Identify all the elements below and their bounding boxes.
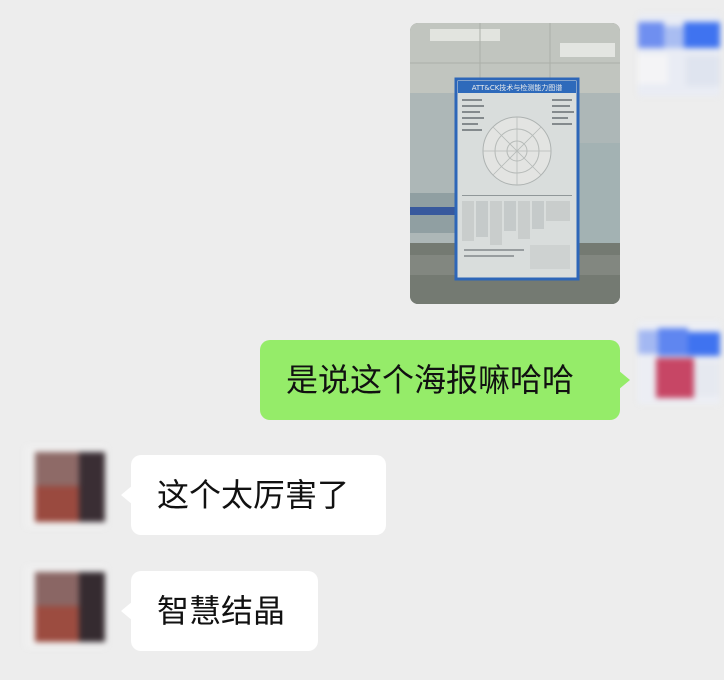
- image-message[interactable]: ATT&CK技术与检测能力图谱: [410, 23, 620, 304]
- avatar-image: [638, 14, 720, 96]
- avatar-image: [638, 322, 720, 404]
- contact-avatar[interactable]: [25, 566, 107, 648]
- my-avatar[interactable]: [638, 14, 720, 96]
- message-bubble-incoming[interactable]: 这个太厉害了: [121, 455, 386, 535]
- message-bubble-outgoing[interactable]: 是说这个海报嘛哈哈: [260, 340, 630, 420]
- message-bubble-incoming[interactable]: 智慧结晶: [121, 571, 318, 651]
- contact-avatar[interactable]: [25, 446, 107, 528]
- poster-photo: ATT&CK技术与检测能力图谱: [410, 23, 620, 304]
- my-avatar[interactable]: [638, 322, 720, 404]
- avatar-image: [25, 446, 107, 528]
- chat-conversation: ATT&CK技术与检测能力图谱: [0, 0, 724, 680]
- avatar-image: [25, 566, 107, 648]
